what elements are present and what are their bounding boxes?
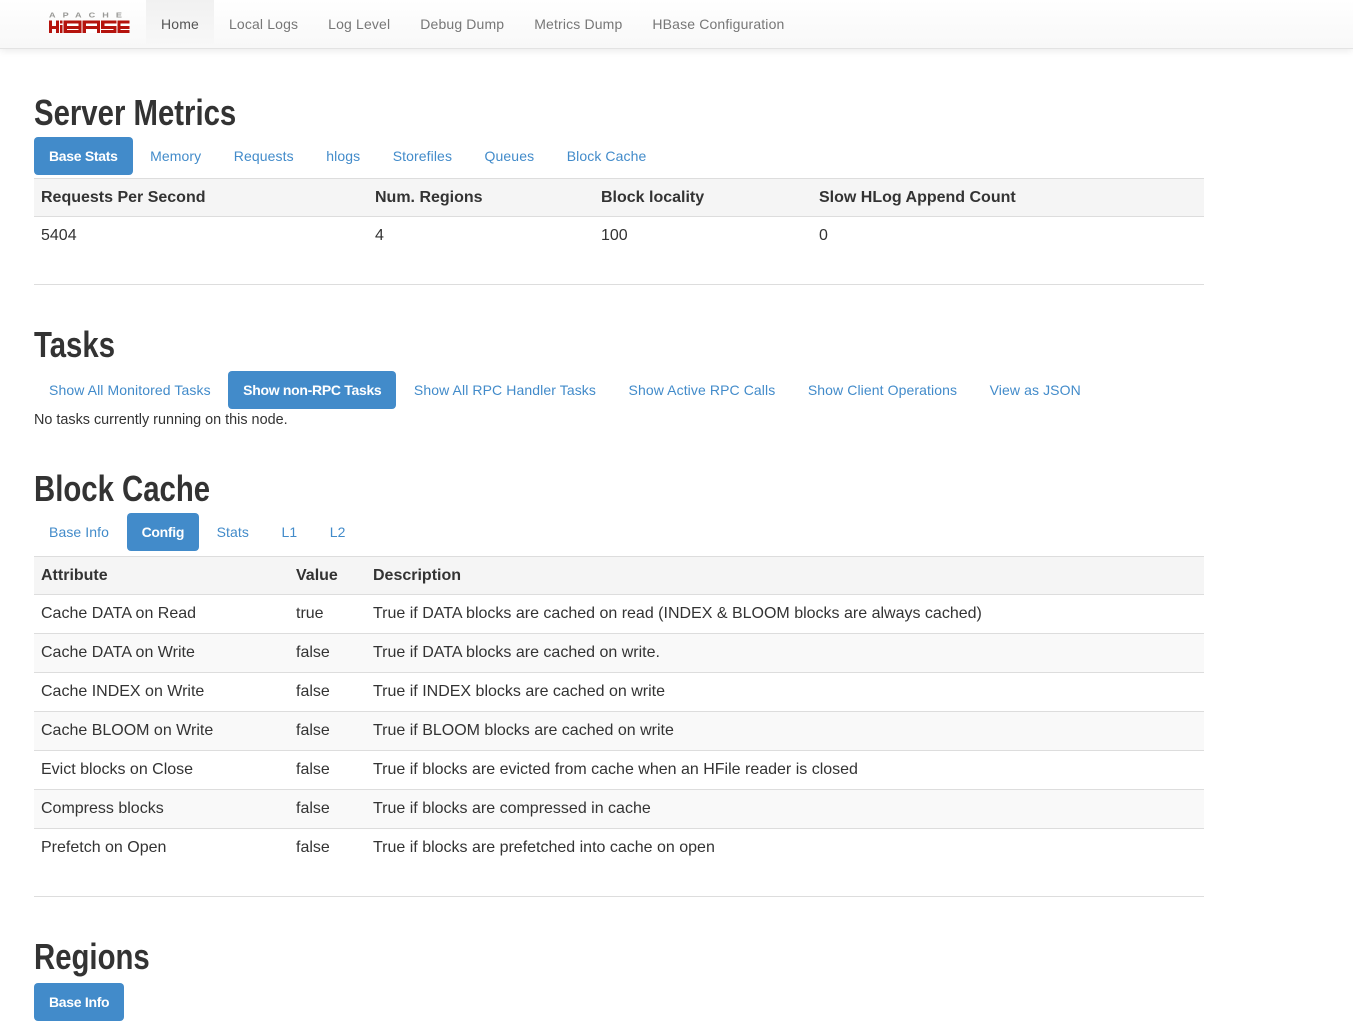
svg-text:APACHE: APACHE (49, 11, 129, 20)
